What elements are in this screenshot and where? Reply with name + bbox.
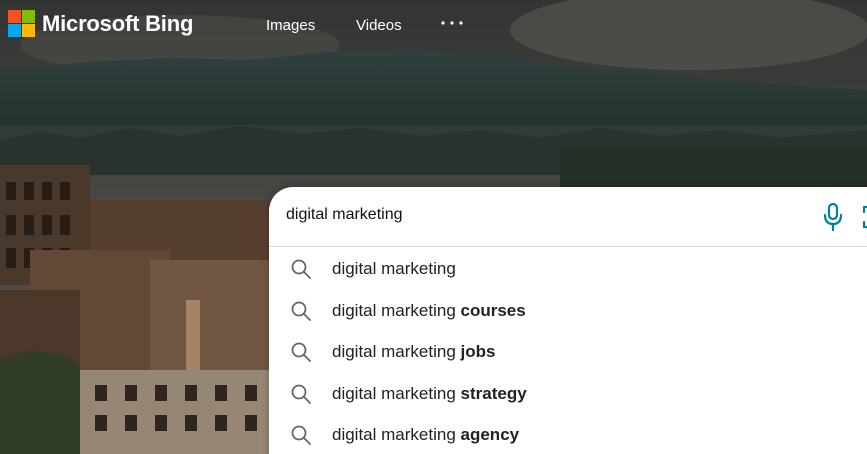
suggestion-text: digital marketing jobs	[332, 342, 495, 362]
search-icon	[291, 384, 311, 404]
microsoft-logo-icon	[8, 10, 35, 37]
logo-square-blue	[8, 24, 21, 37]
suggestion-completion: courses	[460, 300, 526, 320]
logo-square-green	[22, 10, 35, 23]
suggestion-text: digital marketing	[332, 259, 456, 279]
nav-link-videos[interactable]: Videos	[356, 17, 402, 34]
suggestion-item[interactable]: digital marketing	[269, 247, 867, 289]
suggestion-prefix: digital marketing	[332, 300, 461, 320]
suggestion-text: digital marketing agency	[332, 425, 519, 445]
search-icon	[291, 342, 311, 362]
suggestion-text: digital marketing courses	[332, 301, 526, 321]
suggestion-completion: jobs	[460, 342, 496, 361]
suggestion-item[interactable]: digital marketing courses	[269, 289, 867, 331]
nav-link-images[interactable]: Images	[266, 17, 315, 34]
top-header: Microsoft Bing Images Videos	[0, 0, 867, 50]
more-dots-icon[interactable]	[441, 18, 463, 28]
suggestion-item[interactable]: digital marketing jobs	[269, 330, 867, 372]
search-icon	[291, 259, 311, 279]
logo-square-red	[8, 10, 21, 23]
brand-name: Microsoft Bing	[42, 10, 194, 36]
suggestion-completion: strategy	[460, 383, 527, 403]
microphone-icon[interactable]	[822, 202, 844, 232]
search-box: digital marketing digital marketing cour…	[269, 187, 867, 454]
search-icon	[291, 301, 311, 321]
bing-logo[interactable]: Microsoft Bing	[8, 10, 193, 37]
suggestion-completion: agency	[460, 425, 520, 444]
suggestion-item[interactable]: digital marketing agency	[269, 413, 867, 454]
search-bar	[269, 187, 867, 247]
suggestion-prefix: digital marketing	[332, 259, 456, 278]
suggestion-prefix: digital marketing	[332, 342, 461, 361]
logo-square-yellow	[22, 24, 35, 37]
search-input[interactable]	[286, 206, 786, 224]
bing-homepage: Microsoft Bing Images Videos digital mar…	[0, 0, 867, 454]
visual-search-icon[interactable]	[861, 204, 867, 230]
suggestion-text: digital marketing strategy	[332, 384, 527, 404]
suggestion-prefix: digital marketing	[332, 425, 461, 444]
suggestion-list: digital marketing digital marketing cour…	[269, 247, 867, 454]
search-icon	[291, 425, 311, 445]
suggestion-prefix: digital marketing	[332, 383, 461, 403]
suggestion-item[interactable]: digital marketing strategy	[269, 372, 867, 414]
